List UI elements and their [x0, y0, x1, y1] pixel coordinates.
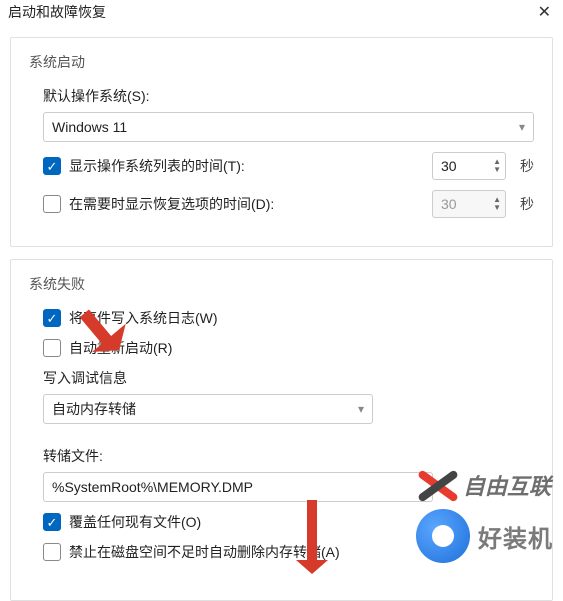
show-recovery-seconds: 30 ▲▼ [432, 190, 506, 218]
no-delete-label: 禁止在磁盘空间不足时自动删除内存转储(A) [69, 542, 534, 562]
write-event-checkbox[interactable] [43, 309, 61, 327]
show-recovery-label: 在需要时显示恢复选项的时间(D): [69, 194, 424, 214]
no-delete-checkbox[interactable] [43, 543, 61, 561]
spinner-arrows-icon[interactable]: ▲▼ [493, 158, 505, 174]
show-recovery-checkbox[interactable] [43, 195, 61, 213]
show-recovery-seconds-value: 30 [433, 196, 493, 212]
spinner-arrows-icon: ▲▼ [493, 196, 505, 212]
close-icon[interactable]: ✕ [534, 2, 555, 22]
show-os-list-seconds[interactable]: 30 ▲▼ [432, 152, 506, 180]
show-os-list-seconds-value: 30 [433, 158, 493, 174]
system-failure-heading: 系统失败 [29, 274, 534, 294]
overwrite-label: 覆盖任何现有文件(O) [69, 512, 534, 532]
annotation-arrow-icon [307, 500, 317, 564]
dump-file-value: %SystemRoot%\MEMORY.DMP [52, 479, 253, 495]
auto-restart-label: 自动重新启动(R) [69, 338, 534, 358]
debug-info-value: 自动内存转储 [52, 399, 136, 419]
show-os-list-label: 显示操作系统列表的时间(T): [69, 156, 424, 176]
show-os-list-checkbox[interactable] [43, 157, 61, 175]
default-os-value: Windows 11 [52, 119, 127, 135]
seconds-unit: 秒 [520, 194, 534, 214]
auto-restart-checkbox[interactable] [43, 339, 61, 357]
system-failure-panel: 系统失败 将事件写入系统日志(W) 自动重新启动(R) 写入调试信息 自动内存转… [10, 259, 553, 601]
write-event-label: 将事件写入系统日志(W) [69, 308, 534, 328]
seconds-unit: 秒 [520, 156, 534, 176]
chevron-down-icon: ▾ [358, 402, 364, 416]
debug-info-select[interactable]: 自动内存转储 ▾ [43, 394, 373, 424]
dump-file-label: 转储文件: [43, 446, 534, 466]
default-os-select[interactable]: Windows 11 ▾ [43, 112, 534, 142]
dump-file-input[interactable]: %SystemRoot%\MEMORY.DMP [43, 472, 433, 502]
debug-info-label: 写入调试信息 [43, 368, 534, 388]
system-startup-panel: 系统启动 默认操作系统(S): Windows 11 ▾ 显示操作系统列表的时间… [10, 37, 553, 247]
default-os-label: 默认操作系统(S): [43, 86, 534, 106]
window-title: 启动和故障恢复 [8, 2, 106, 22]
annotation-arrow-icon [296, 560, 328, 574]
chevron-down-icon: ▾ [519, 120, 525, 134]
system-startup-heading: 系统启动 [29, 52, 534, 72]
overwrite-checkbox[interactable] [43, 513, 61, 531]
